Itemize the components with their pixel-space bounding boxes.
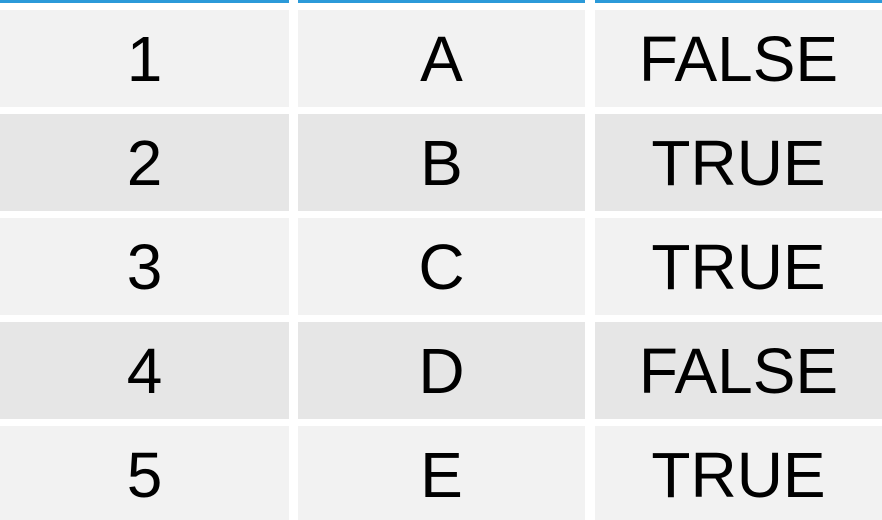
cell-letter: E xyxy=(298,426,585,520)
cell-number: 4 xyxy=(0,322,289,419)
table-row: 5 E TRUE xyxy=(0,426,882,520)
table-row: 4 D FALSE xyxy=(0,322,882,419)
header-accent-line xyxy=(595,0,882,3)
cell-flag: TRUE xyxy=(595,426,882,520)
table-row: 2 B TRUE xyxy=(0,114,882,211)
data-table: 1 A FALSE 2 B TRUE 3 C TRUE 4 D FALSE 5 … xyxy=(0,0,882,520)
cell-number: 1 xyxy=(0,10,289,107)
cell-number: 2 xyxy=(0,114,289,211)
cell-flag: FALSE xyxy=(595,10,882,107)
cell-letter: B xyxy=(298,114,585,211)
table-row: 3 C TRUE xyxy=(0,218,882,315)
cell-letter: D xyxy=(298,322,585,419)
cell-flag: FALSE xyxy=(595,322,882,419)
header-accent-line xyxy=(298,0,585,3)
cell-number: 5 xyxy=(0,426,289,520)
cell-letter: A xyxy=(298,10,585,107)
header-accent-line xyxy=(0,0,289,3)
cell-flag: TRUE xyxy=(595,218,882,315)
cell-number: 3 xyxy=(0,218,289,315)
cell-letter: C xyxy=(298,218,585,315)
table-row: 1 A FALSE xyxy=(0,10,882,107)
cell-flag: TRUE xyxy=(595,114,882,211)
